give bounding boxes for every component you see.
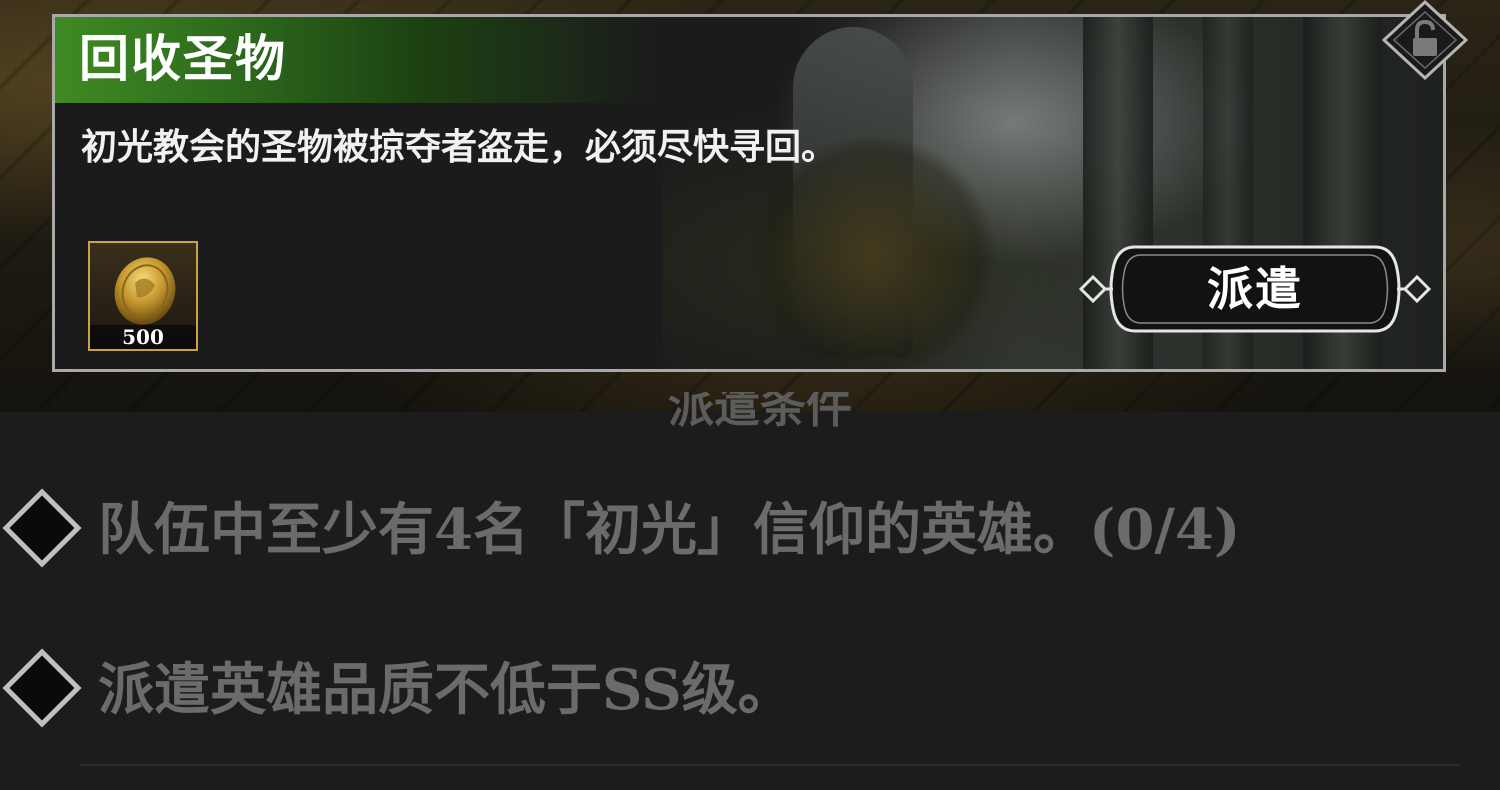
requirement-text: 队伍中至少有4名「初光」信仰的英雄。(0/4) [98,497,1241,563]
divider [80,764,1460,766]
dispatch-button[interactable]: 派遣 [1075,239,1435,339]
dispatch-button-label: 派遣 [1207,262,1303,316]
requirements-heading-wrap: 派遣条件 [600,392,920,432]
requirement-item: 派遣英雄品质不低于SS级。 [0,638,1500,738]
quest-title: 回收圣物 [79,29,287,88]
reward-count: 500 [90,325,196,349]
requirements-heading: 派遣条件 [668,392,852,432]
lock-icon[interactable] [1380,0,1470,80]
quest-screen: 回收圣物 初光教会的圣物被掠夺者盗走，必须尽快寻回。 500 派遣 派遣条件 队… [0,0,1500,790]
quest-description: 初光教会的圣物被掠夺者盗走，必须尽快寻回。 [81,126,838,168]
reward-slot[interactable]: 500 [88,241,198,351]
diamond-bullet-icon [2,648,82,728]
requirement-item: 队伍中至少有4名「初光」信仰的英雄。(0/4) [0,478,1500,578]
requirements-panel: 派遣条件 队伍中至少有4名「初光」信仰的英雄。(0/4) 派遣英雄品质不低于SS… [0,392,1500,790]
diamond-bullet-icon [2,488,82,568]
quest-card[interactable]: 回收圣物 初光教会的圣物被掠夺者盗走，必须尽快寻回。 500 派遣 [52,14,1446,372]
requirement-text: 派遣英雄品质不低于SS级。 [98,657,794,723]
